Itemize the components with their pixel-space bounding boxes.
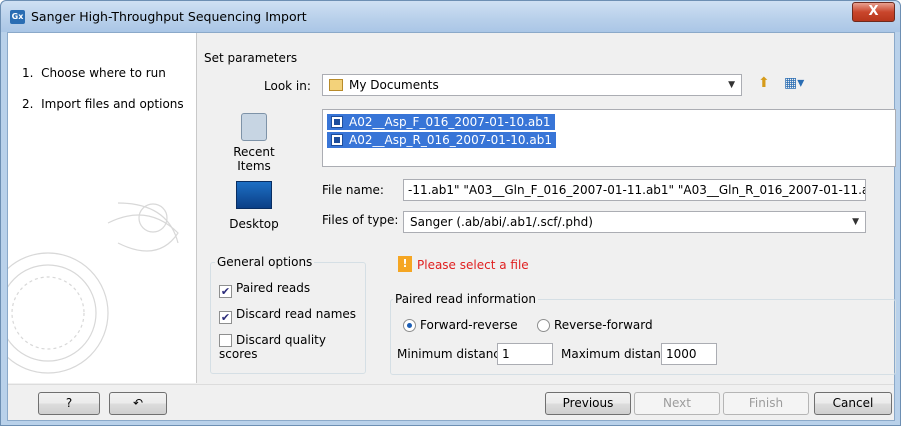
- view-menu-icon[interactable]: ▦▾: [784, 75, 804, 91]
- steps-panel: 1. Choose where to run 2. Import files a…: [8, 33, 197, 383]
- warning-message: Please select a file: [417, 258, 529, 272]
- reset-button[interactable]: ↶: [109, 392, 167, 415]
- checkbox-label: Paired reads: [236, 281, 311, 295]
- decorative-swirl-graphic: [8, 202, 179, 374]
- chevron-down-icon: ▼: [852, 217, 859, 227]
- look-in-dropdown[interactable]: My Documents ▼: [322, 74, 742, 96]
- cancel-button[interactable]: Cancel: [814, 392, 892, 415]
- step-choose-where-to-run[interactable]: 1. Choose where to run: [22, 66, 166, 80]
- files-of-type-dropdown[interactable]: Sanger (.ab/abi/.ab1/.scf/.phd) ▼: [403, 211, 866, 233]
- chevron-down-icon: ▼: [728, 80, 735, 90]
- look-in-label: Look in:: [264, 79, 311, 93]
- file-name-label: File name:: [322, 183, 384, 197]
- checkbox-unchecked-icon: [219, 334, 232, 347]
- undo-icon: ↶: [132, 396, 144, 410]
- recent-items-icon: [241, 113, 267, 141]
- import-dialog: Gx Sanger High-Throughput Sequencing Imp…: [0, 0, 901, 426]
- desktop-place[interactable]: Desktop: [216, 181, 292, 231]
- minimum-distance-label: Minimum distance: [397, 347, 508, 361]
- discard-quality-scores-checkbox[interactable]: Discard quality scores: [219, 333, 365, 361]
- paired-read-info-title: Paired read information: [393, 292, 538, 306]
- warning-icon: !: [398, 256, 412, 272]
- file-item[interactable]: A02__Asp_F_016_2007-01-10.ab1: [327, 114, 555, 130]
- section-title: Set parameters: [204, 51, 298, 65]
- reverse-forward-radio[interactable]: Reverse-forward: [537, 318, 653, 332]
- button-bar: ? ↶ Previous Next Finish Cancel: [8, 384, 894, 420]
- minimum-distance-field[interactable]: 1: [497, 343, 553, 365]
- general-options-group: General options ✔ Paired reads ✔ Discard r…: [210, 255, 366, 374]
- maximum-distance-field[interactable]: 1000: [661, 343, 717, 365]
- checkbox-checked-icon: ✔: [219, 311, 232, 324]
- step-import-files[interactable]: 2. Import files and options: [22, 97, 184, 111]
- step-number: 1.: [22, 66, 34, 80]
- recent-items-place[interactable]: Recent Items: [216, 113, 292, 173]
- previous-button[interactable]: Previous: [545, 392, 631, 415]
- file-name: A02__Asp_R_016_2007-01-10.ab1: [349, 133, 552, 147]
- desktop-icon: [236, 181, 272, 209]
- file-list[interactable]: A02__Asp_F_016_2007-01-10.ab1 A02__Asp_R…: [322, 109, 896, 167]
- general-options-title: General options: [215, 255, 315, 269]
- window-title: Sanger High-Throughput Sequencing Import: [31, 9, 307, 24]
- radio-selected-icon: [403, 319, 416, 332]
- dialog-body: 1. Choose where to run 2. Import files a…: [7, 32, 896, 421]
- next-button[interactable]: Next: [634, 392, 720, 415]
- paired-read-info-group: Paired read information Forward-reverse …: [390, 292, 896, 375]
- checkbox-label: Discard read names: [236, 307, 357, 321]
- finish-button[interactable]: Finish: [723, 392, 809, 415]
- radio-label: Reverse-forward: [554, 318, 653, 332]
- files-of-type-label: Files of type:: [322, 213, 399, 227]
- parameters-panel: Set parameters Look in: My Documents ▼ ⬆…: [198, 33, 896, 383]
- paired-reads-checkbox[interactable]: ✔ Paired reads: [219, 281, 310, 298]
- help-button[interactable]: ?: [38, 392, 100, 415]
- radio-label: Forward-reverse: [420, 318, 518, 332]
- ab1-file-icon: [331, 134, 343, 146]
- step-label: Choose where to run: [41, 66, 166, 80]
- up-folder-icon[interactable]: ⬆: [758, 75, 770, 91]
- checkbox-checked-icon: ✔: [219, 285, 232, 298]
- file-name-field[interactable]: -11.ab1" "A03__Gln_F_016_2007-01-11.ab1"…: [403, 179, 866, 201]
- file-item[interactable]: A02__Asp_R_016_2007-01-10.ab1: [327, 132, 556, 148]
- file-name: A02__Asp_F_016_2007-01-10.ab1: [349, 115, 551, 129]
- step-label: Import files and options: [41, 97, 184, 111]
- ab1-file-icon: [331, 116, 343, 128]
- discard-read-names-checkbox[interactable]: ✔ Discard read names: [219, 307, 356, 324]
- checkbox-label: Discard quality scores: [219, 333, 326, 361]
- maximum-distance-label: Maximum distance: [561, 347, 675, 361]
- files-of-type-value: Sanger (.ab/abi/.ab1/.scf/.phd): [410, 215, 593, 229]
- folder-icon: [329, 79, 343, 91]
- title-bar[interactable]: Gx Sanger High-Throughput Sequencing Imp…: [1, 1, 900, 32]
- close-button[interactable]: X: [852, 2, 895, 22]
- app-icon: Gx: [10, 10, 25, 24]
- desktop-label: Desktop: [229, 217, 279, 231]
- step-number: 2.: [22, 97, 34, 111]
- radio-unselected-icon: [537, 319, 550, 332]
- recent-items-label: Recent Items: [233, 145, 275, 173]
- forward-reverse-radio[interactable]: Forward-reverse: [403, 318, 518, 332]
- look-in-value: My Documents: [349, 78, 439, 92]
